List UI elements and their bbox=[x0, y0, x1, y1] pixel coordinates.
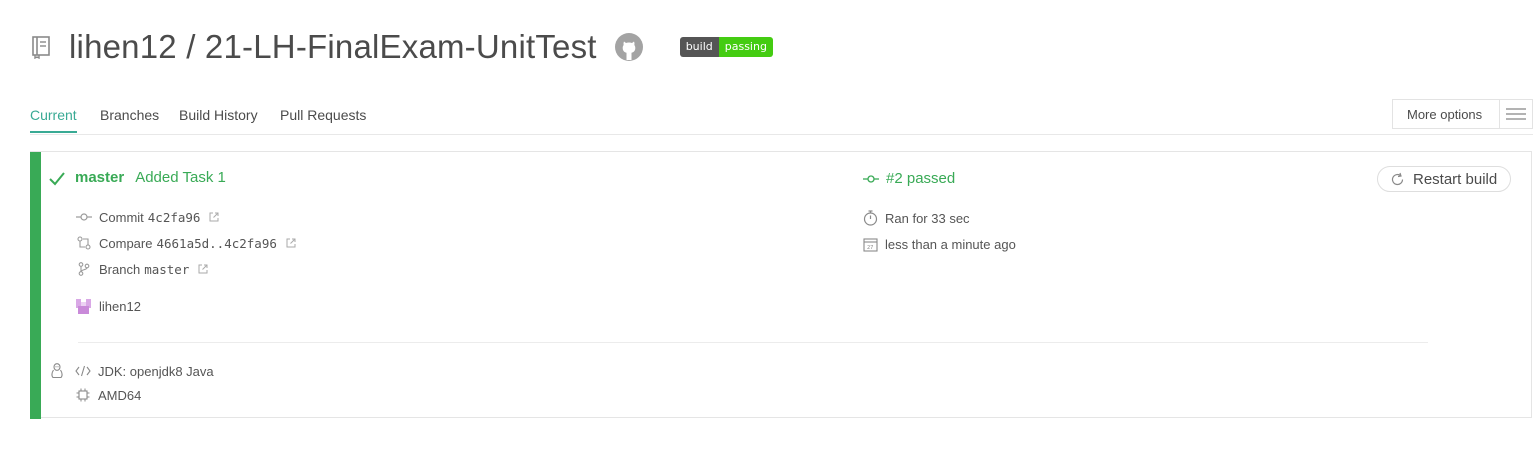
build-title-row: master Added Task 1 bbox=[75, 169, 226, 186]
jdk-label: JDK: openjdk8 Java bbox=[98, 363, 214, 379]
commit-label: Commit bbox=[99, 209, 144, 225]
external-link-icon[interactable] bbox=[209, 212, 219, 222]
external-link-icon[interactable] bbox=[198, 264, 208, 274]
page: lihen12 / 21-LH-FinalExam-UnitTest build… bbox=[0, 0, 1533, 457]
cpu-icon bbox=[75, 387, 91, 403]
author-name[interactable]: lihen12 bbox=[99, 299, 141, 314]
repo-title[interactable]: lihen12 / 21-LH-FinalExam-UnitTest bbox=[69, 28, 597, 66]
avatar[interactable] bbox=[75, 298, 92, 315]
duration-row: Ran for 33 sec bbox=[862, 210, 970, 226]
build-status-row[interactable]: #2 passed bbox=[863, 170, 955, 187]
commit-row[interactable]: Commit 4c2fa96 bbox=[76, 209, 219, 225]
svg-text:27: 27 bbox=[867, 245, 873, 251]
tab-pull-requests[interactable]: Pull Requests bbox=[280, 107, 366, 131]
arch-label: AMD64 bbox=[98, 387, 142, 403]
linux-icon bbox=[50, 363, 64, 384]
arch-row: AMD64 bbox=[75, 387, 141, 403]
commit-icon bbox=[863, 171, 879, 187]
branch-value: master bbox=[144, 261, 190, 277]
status-stripe bbox=[30, 152, 41, 419]
jdk-row: JDK: openjdk8 Java bbox=[75, 363, 214, 379]
restart-build-button[interactable]: Restart build bbox=[1377, 166, 1511, 192]
tab-bar: Current Branches Build History Pull Requ… bbox=[30, 99, 1533, 135]
code-icon bbox=[75, 363, 91, 379]
branch-row[interactable]: Branch master bbox=[76, 261, 208, 277]
badge-status: passing bbox=[718, 37, 773, 57]
build-number-status: #2 passed bbox=[886, 170, 956, 187]
stopwatch-icon bbox=[862, 210, 878, 226]
branch-icon bbox=[76, 261, 92, 277]
commit-sha: 4c2fa96 bbox=[147, 209, 201, 225]
restart-build-label: Restart build bbox=[1413, 170, 1498, 188]
tab-current[interactable]: Current bbox=[30, 107, 77, 133]
divider bbox=[78, 342, 1428, 343]
external-link-icon[interactable] bbox=[286, 238, 296, 248]
commit-message[interactable]: Added Task 1 bbox=[135, 169, 226, 186]
check-icon bbox=[48, 171, 66, 187]
author-row: lihen12 bbox=[75, 298, 141, 315]
calendar-icon: 27 bbox=[862, 236, 878, 252]
badge-label: build bbox=[679, 37, 719, 57]
menu-icon[interactable] bbox=[1499, 100, 1532, 128]
finished-row: 27 less than a minute ago bbox=[862, 236, 1016, 252]
build-finished: less than a minute ago bbox=[885, 236, 1016, 252]
build-duration: Ran for 33 sec bbox=[885, 210, 970, 226]
tab-build-history[interactable]: Build History bbox=[179, 107, 258, 131]
compare-range: 4661a5d..4c2fa96 bbox=[156, 235, 277, 251]
restart-icon bbox=[1390, 172, 1405, 187]
build-card: master Added Task 1 Commit 4c2fa96 Compa… bbox=[30, 151, 1532, 419]
more-options-button[interactable]: More options bbox=[1392, 99, 1533, 129]
repo-header: lihen12 / 21-LH-FinalExam-UnitTest build… bbox=[30, 26, 773, 68]
compare-label: Compare bbox=[99, 235, 153, 251]
tab-branches[interactable]: Branches bbox=[100, 107, 159, 131]
branch-label: Branch bbox=[99, 261, 141, 277]
commit-icon bbox=[76, 209, 92, 225]
github-icon[interactable] bbox=[614, 32, 644, 62]
build-status-badge[interactable]: build passing bbox=[679, 37, 773, 57]
compare-icon bbox=[76, 235, 92, 251]
repo-icon bbox=[30, 34, 54, 60]
branch-link[interactable]: master bbox=[75, 169, 124, 186]
more-options-label: More options bbox=[1407, 106, 1483, 122]
compare-row[interactable]: Compare 4661a5d..4c2fa96 bbox=[76, 235, 296, 251]
